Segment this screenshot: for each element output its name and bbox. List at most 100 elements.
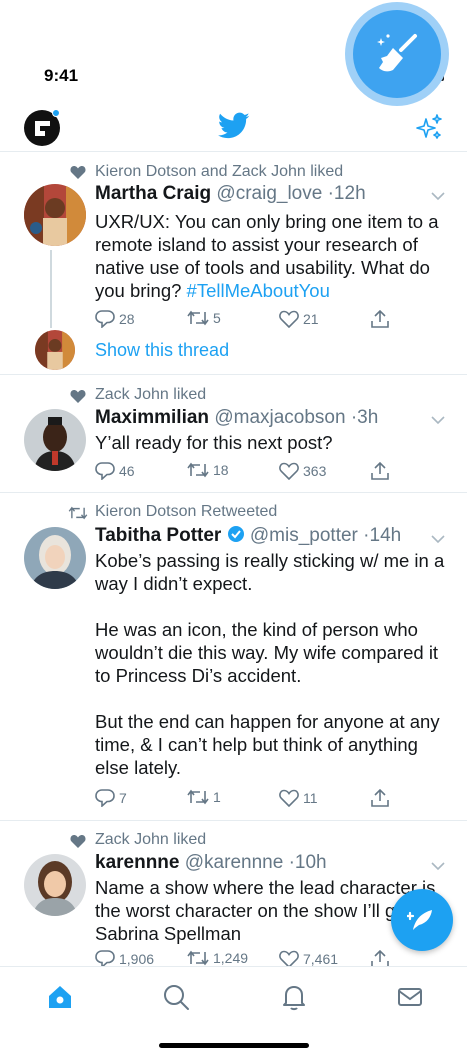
tab-messages[interactable]: [396, 983, 424, 1016]
author-handle[interactable]: @mis_potter: [250, 525, 358, 546]
thread-connector: [50, 250, 52, 328]
tweet-actions: 7 1 11: [95, 789, 395, 809]
tweet-text-line: way I didn’t expect.: [95, 573, 253, 594]
tweet-text-line: Name a show where the lead character is: [95, 877, 436, 898]
twitter-bird-icon[interactable]: [217, 112, 250, 145]
heart-outline-icon: [279, 310, 299, 328]
retweet-icon: [68, 506, 88, 525]
home-indicator: [159, 1043, 309, 1048]
retweet-icon: [187, 310, 209, 326]
tweet-text: UXR/UX: You can only bring one item to a…: [95, 210, 445, 302]
tab-home[interactable]: [46, 983, 74, 1016]
social-context: Zack John liked: [95, 386, 207, 403]
tweet-header: Martha Craig @craig_love ·12h: [95, 183, 366, 205]
retweet-icon: [187, 950, 209, 966]
hashtag-link[interactable]: #TellMeAboutYou: [187, 280, 330, 301]
retweet-button[interactable]: 5: [187, 310, 221, 326]
home-icon: [49, 986, 71, 1008]
top-nav-bar: [0, 100, 467, 152]
like-button[interactable]: 11: [279, 789, 318, 807]
tweet-actions: 46 18 363: [95, 462, 395, 482]
author-name[interactable]: Tabitha Potter: [95, 525, 221, 546]
tweet[interactable]: Kieron Dotson Retweeted Tabitha Potter @…: [0, 493, 467, 821]
like-count: 363: [303, 463, 327, 479]
avatar[interactable]: [24, 409, 86, 471]
reply-count: 1,906: [119, 951, 155, 967]
tweet-header: karennne @karennne ·10h: [95, 852, 327, 874]
reply-button[interactable]: 7: [95, 789, 127, 807]
like-button[interactable]: 21: [279, 310, 319, 328]
avatar[interactable]: [24, 527, 86, 589]
tweet-header: Maximmilian @maxjacobson ·3h: [95, 407, 378, 429]
share-icon: [371, 789, 389, 807]
reply-count: 46: [119, 463, 135, 479]
timeline-feed: Kieron Dotson and Zack John liked Martha…: [0, 153, 467, 991]
retweet-button[interactable]: 18: [187, 462, 229, 478]
reply-button[interactable]: 28: [95, 310, 135, 328]
tab-notifications[interactable]: [280, 983, 308, 1016]
heart-outline-icon: [279, 462, 299, 480]
author-handle[interactable]: @karennne: [185, 852, 284, 873]
notification-dot: [52, 109, 60, 117]
tweet-time: ·14h: [363, 525, 402, 546]
sparkle-icon[interactable]: [414, 113, 444, 148]
clean-timeline-button[interactable]: [345, 2, 449, 106]
tweet-text: Kobe’s passing is really sticking w/ me …: [95, 549, 445, 779]
heart-icon: [70, 834, 86, 853]
avatar[interactable]: [24, 854, 86, 916]
author-name[interactable]: karennne: [95, 852, 179, 873]
reply-icon: [95, 310, 115, 328]
heart-icon: [70, 389, 86, 408]
bell-icon: [283, 986, 305, 1011]
author-handle[interactable]: @maxjacobson: [214, 407, 345, 428]
tweet-text-line: wouldn’t die this way. My wife compared …: [95, 642, 439, 663]
author-name[interactable]: Maximmilian: [95, 407, 209, 428]
tweet[interactable]: Zack John liked Maximmilian @maxjacobson…: [0, 375, 467, 493]
chevron-down-icon[interactable]: [430, 531, 446, 549]
tab-search[interactable]: [162, 983, 190, 1016]
like-count: 21: [303, 311, 319, 327]
tweet-actions: 28 5 21: [95, 310, 395, 330]
author-name[interactable]: Martha Craig: [95, 183, 211, 204]
reply-count: 7: [119, 790, 127, 806]
compose-feather-icon: [407, 910, 432, 930]
share-icon: [371, 310, 389, 328]
show-thread-link[interactable]: Show this thread: [95, 340, 229, 361]
chevron-down-icon[interactable]: [430, 188, 446, 206]
tweet-text-line: He was an icon, the kind of person who: [95, 619, 418, 640]
avatar[interactable]: [24, 184, 86, 246]
reply-icon: [95, 462, 115, 480]
tweet-text-line: to Princess Di’s accident.: [95, 665, 302, 686]
heart-icon: [70, 165, 86, 184]
chevron-down-icon[interactable]: [430, 412, 446, 430]
share-button[interactable]: [371, 789, 389, 807]
heart-outline-icon: [279, 789, 299, 807]
chevron-down-icon[interactable]: [430, 858, 446, 876]
reply-icon: [95, 789, 115, 807]
mail-icon: [398, 988, 422, 1006]
like-button[interactable]: 363: [279, 462, 326, 480]
tweet-text: Y’all ready for this next post?: [95, 432, 333, 453]
broom-sparkle-icon: [353, 10, 441, 98]
tweet-text-line: time, & I can’t help but think of anythi…: [95, 734, 418, 755]
avatar-small[interactable]: [35, 330, 75, 370]
retweet-icon: [187, 462, 209, 478]
tweet-time: ·10h: [288, 852, 327, 873]
share-icon: [371, 462, 389, 480]
share-button[interactable]: [371, 310, 389, 328]
tweet-time: ·12h: [327, 183, 366, 204]
retweet-button[interactable]: 1: [187, 789, 221, 805]
author-handle[interactable]: @craig_love: [216, 183, 322, 204]
search-icon: [164, 985, 189, 1010]
retweet-count: 1,249: [213, 950, 249, 966]
retweet-count: 1: [213, 789, 221, 805]
reply-button[interactable]: 46: [95, 462, 135, 480]
retweet-button[interactable]: 1,249: [187, 950, 248, 966]
verified-badge-icon: [227, 525, 245, 549]
share-button[interactable]: [371, 462, 389, 480]
compose-tweet-button[interactable]: [391, 889, 453, 951]
retweet-icon: [187, 789, 209, 805]
tweet-text-line: Kobe’s passing is really sticking w/ me …: [95, 550, 445, 571]
tweet[interactable]: Kieron Dotson and Zack John liked Martha…: [0, 153, 467, 375]
social-context: Kieron Dotson Retweeted: [95, 503, 278, 520]
